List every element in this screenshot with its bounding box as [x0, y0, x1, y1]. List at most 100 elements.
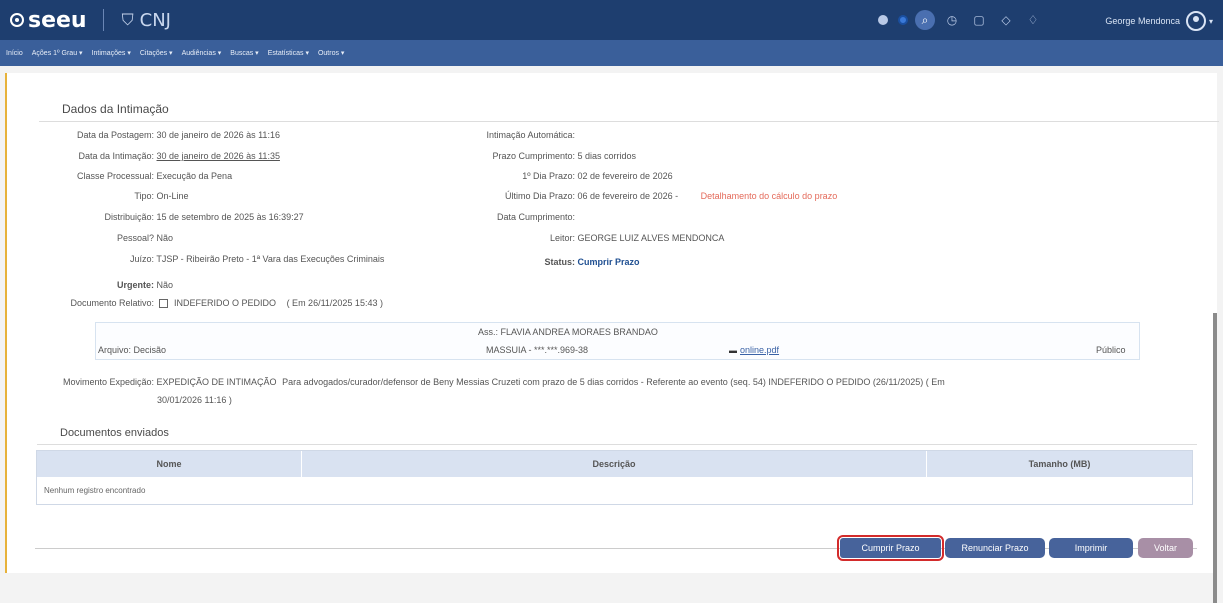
- field-label: Último Dia Prazo:: [504, 191, 575, 201]
- status-dot-icon[interactable]: [878, 15, 888, 25]
- menu-citacoes[interactable]: Citações ▾: [140, 49, 173, 57]
- file-signer-id: MASSUIA - ***.***.969-38: [486, 345, 589, 355]
- field-value: TJSP - Ribeirão Preto - 1ª Vara das Exec…: [156, 254, 385, 264]
- field-data-cumprimento: Data Cumprimento:: [447, 212, 575, 222]
- field-label: Status:: [544, 257, 575, 267]
- field-value[interactable]: 30 de janeiro de 2026 às 11:35: [157, 151, 280, 161]
- field-value: 06 de fevereiro de 2026 -: [577, 191, 679, 201]
- field-value: Não: [156, 280, 174, 290]
- menu-buscas[interactable]: Buscas ▾: [230, 49, 258, 57]
- docs-divider: [37, 444, 1197, 445]
- field-label: Movimento Expedição:: [62, 377, 154, 387]
- menu-inicio[interactable]: Início: [6, 50, 23, 57]
- user-name: George Mendonca: [1105, 16, 1180, 26]
- docs-section-title: Documentos enviados: [60, 427, 169, 439]
- field-status: Status: Cumprir Prazo: [447, 257, 640, 267]
- movimento-text-continued: 30/01/2026 11:16 ): [157, 395, 232, 405]
- file-icon: ▬: [729, 346, 737, 355]
- voltar-button[interactable]: Voltar: [1138, 538, 1193, 558]
- field-juizo: Juízo: TJSP - Ribeirão Preto - 1ª Vara d…: [7, 254, 384, 264]
- field-tipo: Tipo: On-Line: [7, 191, 189, 201]
- menu-estatisticas[interactable]: Estatísticas ▾: [268, 49, 309, 57]
- section-divider: [39, 121, 1219, 122]
- movimento-text: Para advogados/curador/defensor de Beny …: [282, 377, 945, 387]
- file-visibility: Público: [1096, 345, 1126, 355]
- field-movimento: Movimento Expedição: EXPEDIÇÃO DE INTIMA…: [7, 377, 945, 387]
- field-value: 5 dias corridos: [577, 151, 637, 161]
- field-intimacao-automatica: Intimação Automática:: [447, 130, 575, 140]
- seeu-logo-icon: [10, 13, 24, 27]
- movimento-type: EXPEDIÇÃO DE INTIMAÇÃO: [156, 377, 277, 387]
- field-value: GEORGE LUIZ ALVES MENDONCA: [577, 233, 725, 243]
- field-ultimo-dia-prazo: Último Dia Prazo: 06 de fevereiro de 202…: [447, 191, 837, 201]
- bookmark-icon[interactable]: ▢: [969, 10, 989, 30]
- field-label: Classe Processual:: [76, 171, 154, 181]
- menu-acoes[interactable]: Ações 1º Grau ▾: [32, 49, 83, 57]
- field-label: Documento Relativo:: [70, 298, 154, 308]
- renunciar-prazo-button[interactable]: Renunciar Prazo: [945, 538, 1045, 558]
- field-label: Data da Postagem:: [76, 130, 154, 140]
- field-documento-relativo: Documento Relativo: INDEFERIDO O PEDIDO …: [7, 298, 383, 309]
- field-label: 1º Dia Prazo:: [522, 171, 575, 181]
- file-attachment-box: Ass.: FLAVIA ANDREA MORAES BRANDAO Arqui…: [95, 322, 1140, 360]
- table-header: Nome Descrição Tamanho (MB): [37, 451, 1192, 477]
- menu-audiencias[interactable]: Audiências ▾: [182, 49, 222, 57]
- file-download[interactable]: ▬ online.pdf: [729, 345, 779, 355]
- document-checkbox[interactable]: [158, 299, 168, 309]
- scrollbar[interactable]: [1213, 313, 1217, 603]
- field-leitor: Leitor: GEORGE LUIZ ALVES MENDONCA: [447, 233, 724, 243]
- field-data-postagem: Data da Postagem: 30 de janeiro de 2026 …: [7, 130, 280, 140]
- col-descricao[interactable]: Descrição: [302, 451, 927, 477]
- field-label: Data da Intimação:: [78, 151, 154, 161]
- theme-toggle-icon[interactable]: [898, 15, 908, 25]
- field-label: Intimação Automática:: [486, 130, 575, 140]
- top-icons-group: ⌕ ◷ ▢ ◇ ♢: [868, 10, 1043, 30]
- tag-icon[interactable]: ◇: [996, 10, 1016, 30]
- cnj-name: CNJ: [139, 9, 171, 31]
- deadline-detail-link[interactable]: Detalhamento do cálculo do prazo: [701, 191, 838, 201]
- field-classe-processual: Classe Processual: Execução da Pena: [7, 171, 232, 181]
- cnj-logo: ⛉ CNJ: [122, 10, 171, 31]
- cumprir-prazo-button[interactable]: Cumprir Prazo: [837, 535, 944, 561]
- file-signed-by: Ass.: FLAVIA ANDREA MORAES BRANDAO: [478, 327, 658, 337]
- file-label: Arquivo: Decisão: [98, 345, 167, 355]
- bell-icon[interactable]: ♢: [1023, 10, 1043, 30]
- field-value: INDEFERIDO O PEDIDO: [174, 298, 277, 308]
- chevron-down-icon: ▾: [1208, 16, 1213, 26]
- field-date: ( Em 26/11/2025 15:43 ): [286, 298, 383, 308]
- field-label: Urgente:: [116, 280, 154, 290]
- field-data-intimacao: Data da Intimação: 30 de janeiro de 2026…: [7, 151, 280, 161]
- status-value: Cumprir Prazo: [577, 257, 640, 267]
- field-value: On-Line: [156, 191, 189, 201]
- field-value: Não: [156, 233, 174, 243]
- main-menu: Início Ações 1º Grau ▾ Intimações ▾ Cita…: [0, 40, 1223, 66]
- field-urgente: Urgente: Não: [7, 280, 173, 290]
- col-nome[interactable]: Nome: [37, 451, 302, 477]
- cnj-emblem-icon: ⛉: [121, 10, 134, 29]
- section-title: Dados da Intimação: [62, 102, 169, 116]
- field-label: Juízo:: [129, 254, 154, 264]
- field-value: 30 de janeiro de 2026 às 11:16: [156, 130, 280, 140]
- search-icon[interactable]: ⌕: [915, 10, 935, 30]
- brand-name: seeu: [28, 7, 87, 33]
- menu-outros[interactable]: Outros ▾: [318, 49, 344, 57]
- documents-table: Nome Descrição Tamanho (MB) Nenhum regis…: [36, 450, 1193, 505]
- field-label: Pessoal?: [116, 233, 154, 243]
- menu-intimacoes[interactable]: Intimações ▾: [92, 49, 131, 57]
- field-prazo-cumprimento: Prazo Cumprimento: 5 dias corridos: [447, 151, 636, 161]
- main-content: Dados da Intimação Data da Postagem: 30 …: [5, 73, 1219, 603]
- field-label: Leitor:: [549, 233, 575, 243]
- field-label: Prazo Cumprimento:: [492, 151, 575, 161]
- user-menu[interactable]: George Mendonca ▾: [1105, 11, 1213, 31]
- file-link[interactable]: online.pdf: [740, 345, 779, 355]
- avatar-icon: [1185, 11, 1206, 31]
- seeu-logo[interactable]: seeu: [10, 8, 87, 33]
- field-value: 02 de fevereiro de 2026: [577, 171, 673, 181]
- brand-divider: [102, 9, 104, 31]
- clock-icon[interactable]: ◷: [942, 10, 962, 30]
- col-tamanho[interactable]: Tamanho (MB): [927, 451, 1192, 477]
- top-navbar: seeu ⛉ CNJ ⌕ ◷ ▢ ◇ ♢ George Mendonca ▾: [0, 0, 1223, 40]
- imprimir-button[interactable]: Imprimir: [1049, 538, 1133, 558]
- field-label: Tipo:: [134, 191, 154, 201]
- field-label: Distribuição:: [104, 212, 154, 222]
